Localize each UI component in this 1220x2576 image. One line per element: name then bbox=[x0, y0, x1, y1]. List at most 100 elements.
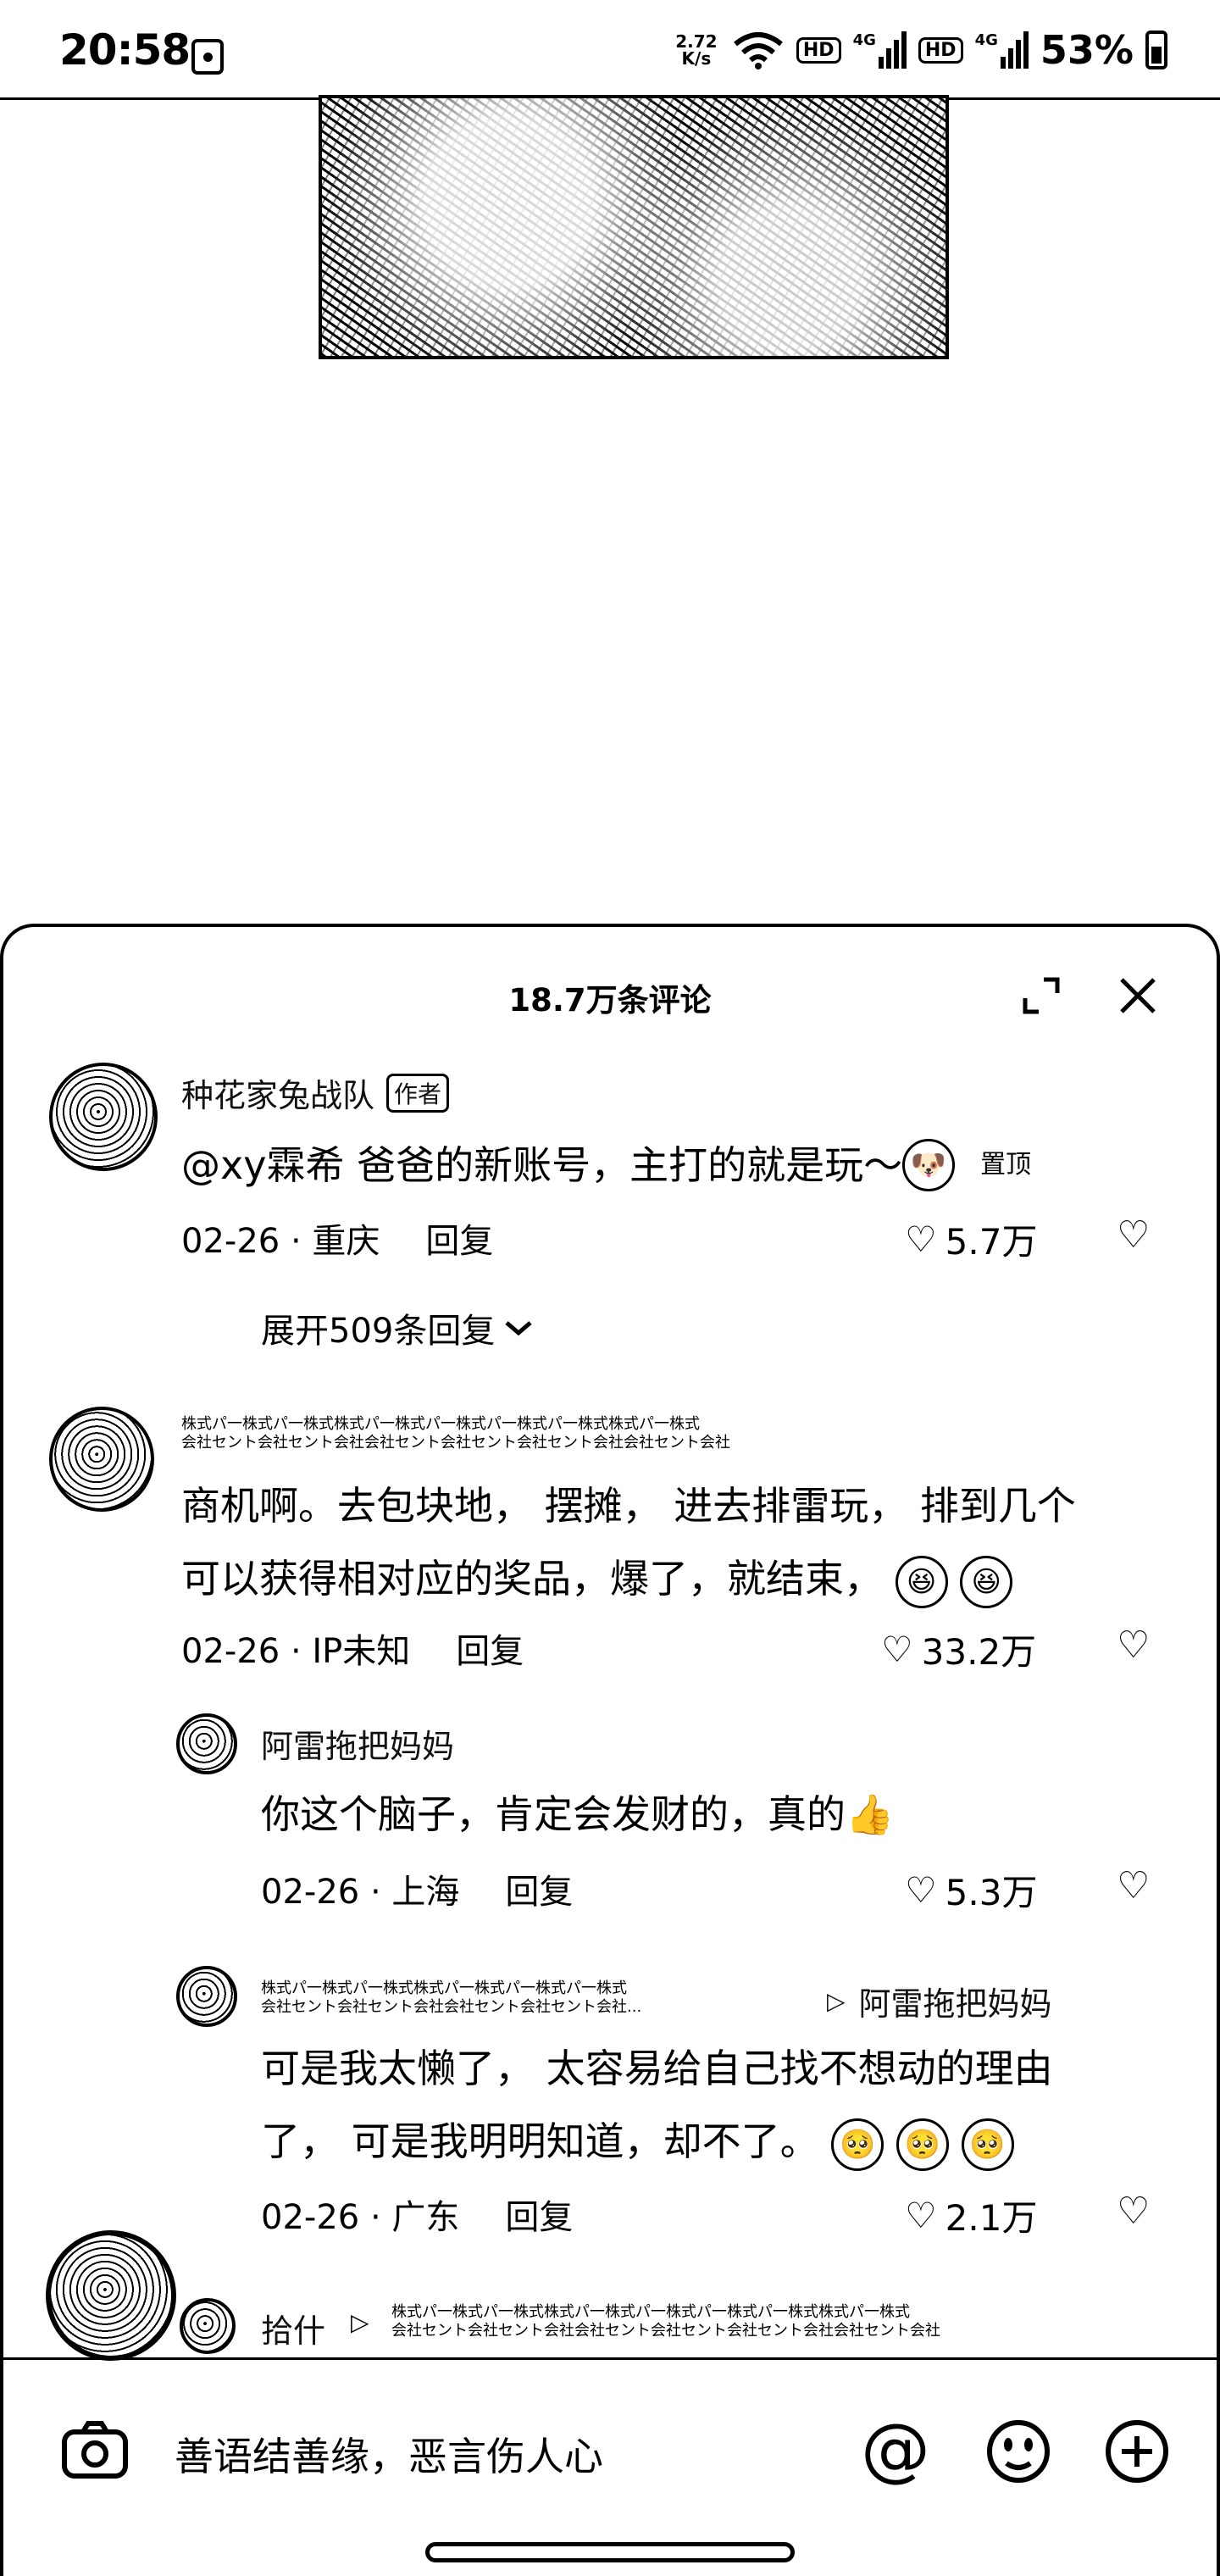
expand-replies-label[interactable]: 展开509条回复 bbox=[261, 1303, 495, 1352]
comment-text: @xy霖希 爸爸的新账号，主打的就是玩～ 🐶 置顶 bbox=[181, 1129, 1031, 1202]
dislike-icon[interactable]: ♡ bbox=[1117, 1213, 1150, 1257]
dislike-icon[interactable]: ♡ bbox=[1117, 1864, 1150, 1907]
like-button[interactable]: ♡ 2.1万 bbox=[905, 2190, 1037, 2241]
like-button[interactable]: ♡ 33.2万 bbox=[881, 1624, 1036, 1675]
reply-arrow-icon: ▷ bbox=[827, 1987, 846, 2015]
emoji-icon[interactable] bbox=[983, 2416, 1054, 2487]
reply-button[interactable]: 回复 bbox=[425, 1213, 493, 1263]
avatar[interactable] bbox=[176, 1713, 237, 1774]
doge-emoji-icon: 🐶 bbox=[902, 1139, 956, 1191]
signal-icon-2: 4G bbox=[975, 31, 1029, 69]
comment-meta: 02-26 · IP未知 回复 bbox=[181, 1624, 524, 1673]
reply-text-line-2: 了， 可是我明明知道，却不了。 bbox=[261, 2118, 819, 2164]
expand-replies-button[interactable]: 展开509条回复 bbox=[261, 1303, 534, 1352]
reply-username[interactable]: 拾什 bbox=[261, 2305, 325, 2351]
comment-text-body: @xy霖希 爸爸的新账号，主打的就是玩～ bbox=[181, 1142, 903, 1188]
video-frame[interactable] bbox=[319, 95, 949, 359]
like-count: 33.2万 bbox=[921, 1631, 1037, 1673]
crying-emoji-icon: 🥺 bbox=[961, 2118, 1014, 2171]
author-badge: 作者 bbox=[386, 1073, 450, 1113]
status-icons: 2.72 K/s HD 4G HD 4G 53% bbox=[673, 27, 1167, 73]
like-count: 2.1万 bbox=[945, 2197, 1038, 2239]
reply-button[interactable]: 回复 bbox=[505, 2190, 573, 2239]
heart-icon: ♡ bbox=[881, 1629, 913, 1670]
pinned-label: 置顶 bbox=[980, 1150, 1032, 1180]
battery-icon bbox=[1145, 31, 1167, 69]
comment-input-bar: 善语结善缘，恶言伤人心 @ bbox=[0, 2357, 1220, 2538]
reply-text-line-1: 可是我太懒了， 太容易给自己找不想动的理由 bbox=[261, 2046, 1053, 2091]
like-button[interactable]: ♡ 5.3万 bbox=[905, 1864, 1037, 1916]
crying-emoji-icon: 🥺 bbox=[831, 2118, 884, 2171]
camera-icon[interactable] bbox=[59, 2416, 130, 2484]
like-count: 5.7万 bbox=[945, 1221, 1038, 1263]
battery-percent: 53% bbox=[1040, 27, 1134, 73]
reply-username[interactable]: 阿雷拖把妈妈 bbox=[261, 1720, 454, 1767]
dislike-icon[interactable]: ♡ bbox=[1117, 2190, 1150, 2233]
reply-button[interactable]: 回复 bbox=[456, 1624, 524, 1673]
reply-to-line-2[interactable]: 会社セント会社セント会社会社セント会社セント会社セント会社会社セント会社 bbox=[391, 2322, 1078, 2340]
comment-text-line-2: 可以获得相对应的奖品，爆了，就结束， bbox=[181, 1556, 883, 1602]
clock: 20:58 bbox=[59, 25, 191, 75]
thumbs-up-icon: 👍 bbox=[846, 1791, 895, 1837]
laughing-emoji-icon: 😆 bbox=[960, 1555, 1013, 1608]
avatar[interactable] bbox=[49, 1063, 158, 1171]
username-text[interactable]: 种花家兔战队 bbox=[181, 1069, 374, 1116]
username-line-2[interactable]: 会社セント会社セント会社会社セント会社セント会社セント会社会社セント会社 bbox=[181, 1434, 825, 1452]
comment-date-location: 02-26 · 重庆 bbox=[181, 1222, 380, 1261]
reply-to-user[interactable]: 阿雷拖把妈妈 bbox=[859, 1978, 1052, 2024]
reply-username[interactable]: 株式パ一株式パ一株式株式パ一株式パ一株式パ一株式 会社セント会社セント会社会社セ… bbox=[261, 1979, 786, 2017]
wifi-icon bbox=[733, 32, 783, 69]
signal-icon-1: 4G bbox=[853, 31, 907, 69]
avatar[interactable] bbox=[49, 1407, 154, 1512]
status-bar: 20:58 2.72 K/s HD 4G HD 4G 53% bbox=[0, 0, 1220, 100]
comment-text-line-1: 商机啊。去包块地， 摆摊， 进去排雷玩， 排到几个 bbox=[181, 1483, 1076, 1529]
laughing-emoji-icon: 😆 bbox=[895, 1555, 948, 1608]
comment-text: 商机啊。去包块地， 摆摊， 进去排雷玩， 排到几个 可以获得相对应的奖品，爆了，… bbox=[181, 1469, 1076, 1615]
comment-username[interactable]: 种花家兔战队 作者 bbox=[181, 1069, 450, 1116]
reply-button[interactable]: 回复 bbox=[505, 1864, 573, 1913]
signal-type-2: 4G bbox=[974, 31, 998, 49]
net-speed-value: 2.72 bbox=[675, 31, 718, 52]
comment-date-location: 02-26 · IP未知 bbox=[181, 1632, 411, 1671]
signal-type-1: 4G bbox=[852, 31, 876, 49]
avatar[interactable] bbox=[176, 1966, 237, 2027]
home-indicator[interactable] bbox=[425, 2542, 795, 2562]
username-line-1[interactable]: 株式パ一株式パ一株式株式パ一株式パ一株式パ一株式パ一株式株式パ一株式 bbox=[181, 1415, 825, 1434]
reply-text: 你这个脑子，肯定会发财的，真的👍 bbox=[261, 1778, 894, 1851]
screen-record-icon bbox=[191, 39, 224, 75]
reply-date-location: 02-26 · 广东 bbox=[261, 2198, 460, 2237]
chevron-down-icon bbox=[505, 1321, 532, 1336]
close-icon[interactable] bbox=[1115, 973, 1161, 1019]
reply-to[interactable]: 株式パ一株式パ一株式株式パ一株式パ一株式パ一株式パ一株式株式パ一株式 会社セント… bbox=[391, 2303, 1078, 2340]
reply-text-body: 你这个脑子，肯定会发财的，真的 bbox=[261, 1791, 846, 1837]
crying-emoji-icon: 🥺 bbox=[896, 2118, 949, 2171]
reply-date-location: 02-26 · 上海 bbox=[261, 1873, 460, 1912]
add-icon[interactable] bbox=[1101, 2416, 1173, 2487]
reply-text-line-2-row: 了， 可是我明明知道，却不了。 🥺 🥺 🥺 bbox=[261, 2105, 1053, 2178]
avatar[interactable] bbox=[180, 2298, 236, 2354]
reply-text: 可是我太懒了， 太容易给自己找不想动的理由 了， 可是我明明知道，却不了。 🥺 … bbox=[261, 2032, 1053, 2178]
username-line-2[interactable]: 会社セント会社セント会社会社セント会社セント会社... bbox=[261, 1998, 786, 2017]
reply-meta: 02-26 · 上海 回复 bbox=[261, 1864, 573, 1913]
heart-icon: ♡ bbox=[905, 1869, 937, 1911]
reply-arrow-icon: ▷ bbox=[351, 2308, 369, 2336]
network-speed: 2.72 K/s bbox=[673, 33, 720, 67]
username-line-1[interactable]: 株式パ一株式パ一株式株式パ一株式パ一株式パ一株式 bbox=[261, 1979, 786, 1998]
comment-text-line-2-row: 可以获得相对应的奖品，爆了，就结束， 😆 😆 bbox=[181, 1542, 1076, 1615]
floating-avatar[interactable] bbox=[46, 2230, 176, 2361]
reply-meta: 02-26 · 广东 回复 bbox=[261, 2190, 573, 2239]
heart-icon: ♡ bbox=[905, 1219, 937, 1260]
hd-badge-2: HD bbox=[918, 36, 963, 64]
dislike-icon[interactable]: ♡ bbox=[1117, 1624, 1150, 1667]
mention-icon[interactable]: @ bbox=[861, 2407, 930, 2492]
reply-to-line-1[interactable]: 株式パ一株式パ一株式株式パ一株式パ一株式パ一株式パ一株式株式パ一株式 bbox=[391, 2303, 1078, 2322]
comment-input[interactable]: 善语结善缘，恶言伤人心 bbox=[175, 2426, 603, 2482]
comment-username[interactable]: 株式パ一株式パ一株式株式パ一株式パ一株式パ一株式パ一株式株式パ一株式 会社セント… bbox=[181, 1415, 825, 1452]
hd-badge-1: HD bbox=[796, 36, 841, 64]
comment-meta: 02-26 · 重庆 回复 bbox=[181, 1213, 493, 1263]
expand-icon[interactable] bbox=[1020, 974, 1062, 1017]
heart-icon: ♡ bbox=[905, 2195, 937, 2236]
reply-to[interactable]: ▷ 阿雷拖把妈妈 bbox=[827, 1978, 1052, 2024]
net-speed-unit: K/s bbox=[681, 48, 712, 69]
like-button[interactable]: ♡ 5.7万 bbox=[905, 1213, 1037, 1265]
